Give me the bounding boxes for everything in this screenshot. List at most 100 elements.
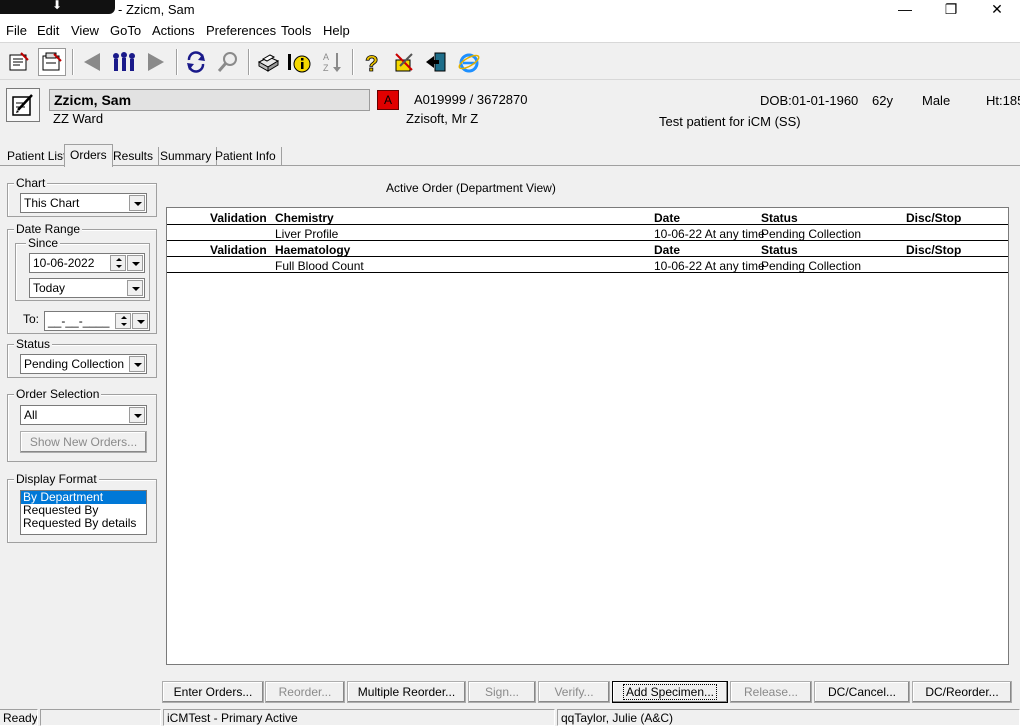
tab-patient-list[interactable]: Patient List bbox=[2, 147, 73, 166]
chevron-down-icon[interactable] bbox=[132, 313, 148, 329]
svg-text:?: ? bbox=[365, 51, 378, 74]
menu-tools[interactable]: Tools bbox=[281, 23, 311, 38]
help-button[interactable]: ? bbox=[358, 48, 386, 76]
chart-group: Chart This Chart bbox=[7, 176, 157, 217]
minimize-button[interactable]: — bbox=[890, 0, 920, 18]
release-button[interactable]: Release... bbox=[730, 681, 812, 703]
add-specimen-label: Add Specimen... bbox=[622, 684, 718, 700]
chevron-down-icon[interactable] bbox=[127, 255, 143, 271]
open-chart-button[interactable] bbox=[5, 48, 33, 76]
table-row[interactable]: Full Blood Count 10-06-22 At any time Pe… bbox=[167, 257, 1008, 273]
info-button[interactable] bbox=[286, 48, 314, 76]
show-new-orders-button[interactable]: Show New Orders... bbox=[20, 431, 147, 453]
menu-preferences[interactable]: Preferences bbox=[206, 23, 276, 38]
menu-bar: File Edit View GoTo Actions Preferences … bbox=[0, 20, 1020, 42]
menu-actions[interactable]: Actions bbox=[152, 23, 195, 38]
tab-results[interactable]: Results bbox=[108, 147, 160, 166]
open-chart-icon bbox=[9, 52, 29, 71]
since-preset-select[interactable]: Today bbox=[29, 278, 145, 298]
tab-orders[interactable]: Orders bbox=[64, 144, 113, 167]
back-button[interactable] bbox=[78, 48, 106, 76]
info-icon bbox=[288, 54, 311, 73]
menu-file[interactable]: File bbox=[6, 23, 27, 38]
restore-button[interactable]: ❐ bbox=[936, 0, 966, 18]
chevron-down-icon[interactable] bbox=[129, 356, 145, 372]
refresh-button[interactable] bbox=[182, 48, 210, 76]
reorder-button[interactable]: Reorder... bbox=[265, 681, 345, 703]
to-date-picker[interactable]: __-__-____ bbox=[44, 311, 150, 331]
order-selection-select[interactable]: All bbox=[20, 405, 147, 425]
status-bar: Ready iCMTest - Primary Active qqTaylor,… bbox=[0, 708, 1020, 726]
column-header-date: Date bbox=[654, 211, 681, 225]
display-format-list[interactable]: By Department Requested By Requested By … bbox=[20, 490, 147, 535]
to-date-value: __-__-____ bbox=[48, 314, 110, 328]
patient-consultant: Zzisoft, Mr Z bbox=[406, 111, 479, 126]
tools-button[interactable] bbox=[390, 48, 418, 76]
menu-help[interactable]: Help bbox=[323, 23, 350, 38]
patients-button[interactable] bbox=[110, 48, 138, 76]
since-date-picker[interactable]: 10-06-2022 bbox=[29, 253, 145, 273]
column-header-status: Status bbox=[761, 243, 798, 257]
table-row[interactable]: Liver Profile 10-06-22 At any time Pendi… bbox=[167, 225, 1008, 241]
column-header-disc-stop: Disc/Stop bbox=[906, 211, 962, 225]
svg-text:Z: Z bbox=[323, 63, 329, 73]
to-date-spinner[interactable] bbox=[115, 313, 131, 329]
title-bar: ⬇ - Zzicm, Sam — ❐ ✕ bbox=[0, 0, 1020, 20]
dc-reorder-button[interactable]: DC/Reorder... bbox=[912, 681, 1012, 703]
column-header-disc-stop: Disc/Stop bbox=[906, 243, 962, 257]
chevron-down-icon[interactable] bbox=[129, 195, 145, 211]
status-empty bbox=[40, 709, 161, 726]
table-header-row: Validation Haematology Date Status Disc/… bbox=[167, 241, 1008, 257]
download-arrow-icon: ⬇ bbox=[52, 0, 63, 12]
sign-button[interactable]: Sign... bbox=[468, 681, 536, 703]
status-ready: Ready bbox=[0, 709, 38, 726]
printer-button[interactable] bbox=[254, 48, 282, 76]
chart-select[interactable]: This Chart bbox=[20, 193, 147, 213]
dc-cancel-button[interactable]: DC/Cancel... bbox=[814, 681, 910, 703]
list-item[interactable]: Requested By details bbox=[21, 517, 146, 530]
table-header-row: Validation Chemistry Date Status Disc/St… bbox=[167, 209, 1008, 225]
enter-orders-button[interactable]: Enter Orders... bbox=[162, 681, 264, 703]
exit-button[interactable] bbox=[422, 48, 450, 76]
order-status: Pending Collection bbox=[761, 259, 862, 273]
since-date-spinner[interactable] bbox=[110, 255, 126, 271]
menu-goto[interactable]: GoTo bbox=[110, 23, 141, 38]
svg-text:A: A bbox=[323, 52, 329, 62]
status-user: qqTaylor, Julie (A&C) bbox=[557, 709, 1020, 726]
chevron-down-icon[interactable] bbox=[127, 280, 143, 296]
multiple-reorder-button[interactable]: Multiple Reorder... bbox=[347, 681, 466, 703]
edit-patient-button[interactable] bbox=[6, 88, 40, 122]
orders-grid: Validation Chemistry Date Status Disc/St… bbox=[166, 207, 1009, 665]
close-button[interactable]: ✕ bbox=[982, 0, 1012, 18]
menu-view[interactable]: View bbox=[71, 23, 99, 38]
status-select[interactable]: Pending Collection bbox=[20, 354, 147, 374]
patient-banner: Zzicm, Sam ZZ Ward A A019999 / 3672870 Z… bbox=[0, 82, 1020, 138]
verify-button[interactable]: Verify... bbox=[538, 681, 610, 703]
alert-badge[interactable]: A bbox=[377, 90, 399, 110]
column-header-status: Status bbox=[761, 211, 798, 225]
toolbar: AZ ? bbox=[0, 42, 1020, 80]
search-button[interactable] bbox=[214, 48, 242, 76]
internet-explorer-button[interactable] bbox=[455, 48, 483, 76]
sort-button[interactable]: AZ bbox=[318, 48, 346, 76]
patient-sex: Male bbox=[922, 93, 951, 108]
chevron-down-icon[interactable] bbox=[129, 407, 145, 423]
date-range-label: Date Range bbox=[14, 222, 83, 236]
patient-name: Zzicm, Sam bbox=[49, 89, 370, 111]
tab-patient-info[interactable]: Patient Info bbox=[210, 147, 282, 166]
since-preset-value: Today bbox=[33, 281, 66, 295]
people-icon bbox=[113, 52, 135, 71]
forward-button[interactable] bbox=[142, 48, 170, 76]
tab-summary[interactable]: Summary bbox=[155, 147, 218, 166]
chart-label: Chart bbox=[14, 176, 48, 190]
column-header-validation: Validation bbox=[210, 243, 267, 257]
patient-dob: DOB:01-01-1960 bbox=[760, 93, 859, 108]
order-selection-group: Order Selection All Show New Orders... bbox=[7, 387, 157, 462]
status-system: iCMTest - Primary Active bbox=[163, 709, 555, 726]
print-chart-button[interactable] bbox=[38, 48, 66, 76]
search-icon bbox=[217, 52, 237, 72]
add-specimen-button[interactable]: Add Specimen... bbox=[612, 681, 728, 703]
printer-icon bbox=[257, 54, 280, 72]
window-title: - Zzicm, Sam bbox=[118, 2, 195, 17]
menu-edit[interactable]: Edit bbox=[37, 23, 59, 38]
